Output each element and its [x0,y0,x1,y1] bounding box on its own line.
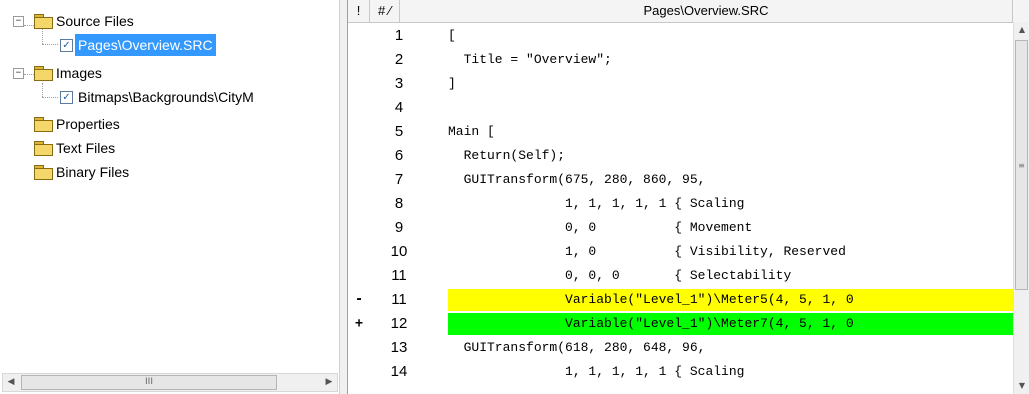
code-line[interactable]: 3] [348,73,1013,95]
folder-icon [34,165,53,180]
column-header-line-number[interactable]: # ∕ [370,0,400,22]
tree-node-pages-overview[interactable]: ✓ Pages\Overview.SRC [0,34,330,56]
folder-icon [34,14,53,29]
tree-node-label: Source Files [56,13,134,29]
scroll-up-icon[interactable]: ▲ [1014,22,1029,38]
tree-node-text-files[interactable]: Text Files [0,137,330,159]
code-view: ! # ∕ Pages\Overview.SRC 1[2 Title = "Ov… [348,0,1029,394]
code-line[interactable]: 4 [348,97,1013,119]
code-vertical-scrollbar[interactable]: ▲ ≡ ▼ [1013,22,1029,394]
code-line[interactable]: 13 GUITransform(618, 280, 648, 96, [348,337,1013,359]
code-line[interactable]: 10 1, 0 { Visibility, Reserved [348,241,1013,263]
line-number: 14 [390,363,408,380]
tree-node-label: Pages\Overview.SRC [75,34,216,56]
code-text: [ [448,28,456,43]
diff-marker: - [355,292,363,307]
code-line[interactable]: - 11 Variable("Level_1")\Meter5(4, 5, 1, … [348,289,1013,311]
collapse-toggle-icon[interactable]: − [13,68,24,79]
line-number: 11 [391,291,407,308]
folder-icon [34,141,53,156]
tree-node-bitmaps-backgrounds[interactable]: ✓ Bitmaps\Backgrounds\CityM [0,86,339,108]
code-line[interactable]: 8 1, 1, 1, 1, 1 { Scaling [348,193,1013,215]
tree-node-properties[interactable]: Properties [0,113,330,135]
code-line[interactable]: 9 0, 0 { Movement [348,217,1013,239]
tree-node-label: Text Files [56,140,116,156]
column-header-file-title[interactable]: Pages\Overview.SRC [400,0,1013,22]
pane-splitter[interactable] [339,0,348,394]
line-number: 7 [394,171,404,188]
code-line[interactable]: 5 Main [ [348,121,1013,143]
code-line[interactable]: 6 Return(Self); [348,145,1013,167]
line-number: 11 [391,267,407,284]
code-text: 0, 0, 0 { Selectability [448,268,792,283]
line-number: 2 [394,51,404,68]
tree-node-label: Bitmaps\Backgrounds\CityM [78,89,254,105]
code-text: Variable("Level_1")\Meter5(4, 5, 1, 0 [448,289,1013,311]
folder-icon [34,66,53,81]
tree-node-source-files[interactable]: − Source Files [0,10,330,32]
code-text: Main [ [448,124,495,139]
code-line[interactable]: 11 0, 0, 0 { Selectability [348,265,1013,287]
line-number: 13 [390,339,408,356]
tree-horizontal-scrollbar[interactable]: ◀ III ▶ [2,373,338,392]
code-text: Variable("Level_1")\Meter7(4, 5, 1, 0 [448,313,1013,335]
tree-node-label: Binary Files [56,164,130,180]
code-line[interactable]: 7 GUITransform(675, 280, 860, 95, [348,169,1013,191]
tree-node-label: Images [56,65,102,81]
code-line[interactable]: 14 1, 1, 1, 1, 1 { Scaling [348,361,1013,383]
line-number: 8 [394,195,404,212]
code-view-header: ! # ∕ Pages\Overview.SRC [348,0,1029,23]
code-text: 1, 0 { Visibility, Reserved [448,244,846,259]
scroll-thumb[interactable]: III [21,375,277,390]
tree-node-label: Properties [56,116,120,132]
code-text: ] [448,76,456,91]
scroll-thumb[interactable]: ≡ [1015,40,1028,290]
scroll-left-icon[interactable]: ◀ [3,374,19,391]
code-text: Return(Self); [448,148,566,163]
checkbox-checked-icon[interactable]: ✓ [60,91,73,104]
line-number: 3 [394,75,404,92]
line-number: 6 [394,147,404,164]
code-text: Title = "Overview"; [448,52,612,67]
line-number: 10 [390,243,408,260]
project-tree: − Source Files ✓ Pages\Overview.SRC − Im… [0,0,339,394]
line-number: 5 [394,123,404,140]
tree-node-binary-files[interactable]: Binary Files [0,161,330,183]
line-number: 4 [394,99,404,116]
code-text: 1, 1, 1, 1, 1 { Scaling [448,196,745,211]
tree-node-images[interactable]: − Images [0,62,330,84]
scroll-right-icon[interactable]: ▶ [321,374,337,391]
code-line[interactable]: 1[ [348,25,1013,47]
code-text: GUITransform(618, 280, 648, 96, [448,340,706,355]
code-text: 0, 0 { Movement [448,220,753,235]
code-line[interactable]: +12 Variable("Level_1")\Meter7(4, 5, 1, … [348,313,1013,335]
collapse-toggle-icon[interactable]: − [13,16,24,27]
code-text: 1, 1, 1, 1, 1 { Scaling [448,364,745,379]
folder-icon [34,117,53,132]
checkbox-checked-icon[interactable]: ✓ [60,39,73,52]
code-line[interactable]: 2 Title = "Overview"; [348,49,1013,71]
line-number: 1 [394,27,404,44]
diff-marker: + [355,316,363,331]
scroll-down-icon[interactable]: ▼ [1014,378,1029,394]
column-header-mark[interactable]: ! [348,0,370,22]
line-number: 9 [394,219,404,236]
code-text: GUITransform(675, 280, 860, 95, [448,172,706,187]
line-number: 12 [390,315,408,332]
